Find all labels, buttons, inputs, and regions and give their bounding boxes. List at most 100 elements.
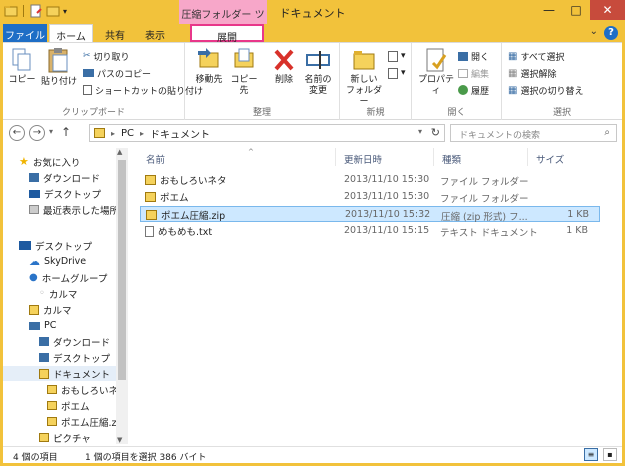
details-view-button[interactable]: ≡ [584,448,598,461]
table-row[interactable]: ポエム圧縮.zip 2013/11/10 15:32 圧縮 (zip 形式) フ… [140,206,600,223]
nav-item-pc[interactable]: PC [29,318,56,333]
rename-button[interactable]: 名前の 変更 [301,47,335,97]
close-button[interactable]: ✕ [590,0,625,20]
column-header-size[interactable]: サイズ [530,148,590,166]
nav-item-recent[interactable]: 最近表示した場所 [29,202,119,217]
select-all-button[interactable]: ▦ すべて選択 [508,49,564,63]
tab-home[interactable]: ホーム [49,24,93,43]
tab-share[interactable]: 共有 [98,24,132,42]
edit-label: 編集 [471,69,490,80]
scroll-down-icon[interactable]: ▼ [117,436,122,444]
up-button[interactable]: ↑ [61,125,71,139]
nav-item-downloads[interactable]: ダウンロード [29,170,100,185]
search-icon[interactable]: ⌕ [604,127,610,138]
nav-item-label: ピクチャ [53,433,91,445]
copy-to-button[interactable]: コピー先 [227,47,261,97]
breadcrumb-pc[interactable]: PC [121,128,134,139]
nav-item-user[interactable]: ◦ カルマ [39,286,77,301]
select-none-button[interactable]: ▦ 選択解除 [508,66,556,80]
invert-selection-button[interactable]: ▦ 選択の切り替え [508,83,583,97]
breadcrumb-documents[interactable]: ドキュメント [150,126,210,141]
large-icons-view-button[interactable]: ▪ [603,448,617,461]
recent-locations-icon[interactable]: ▾ [49,127,53,136]
nav-item-label: ドキュメント [53,369,111,381]
forward-button[interactable]: → [29,125,45,141]
nav-item-user-folder[interactable]: カルマ [29,302,72,317]
column-size-label: サイズ [536,155,565,166]
nav-item-folder-poem[interactable]: ポエム [47,398,90,413]
text-file-icon [145,225,154,237]
table-row[interactable]: おもしろいネタ 2013/11/10 15:30 ファイル フォルダー [140,172,600,188]
nav-item-pc-desktop[interactable]: デスクトップ [39,350,110,365]
table-row[interactable]: めもめも.txt 2013/11/10 15:15 テキスト ドキュメント 1 … [140,223,600,239]
file-date: 2013/11/10 15:32 [345,209,431,220]
address-dropdown-icon[interactable]: ▾ [418,127,422,136]
file-name-cell: おもしろいネタ [145,173,227,187]
nav-item-label: お気に入り [32,157,81,169]
open-button[interactable]: 開く [458,49,489,63]
folder-icon [145,175,156,185]
address-bar[interactable]: ▸ PC ▸ ドキュメント ▾ ↻ [89,124,445,142]
nav-item-zip[interactable]: ポエム圧縮.zip [47,414,125,429]
maximize-button[interactable]: □ [563,0,589,20]
ribbon-tabs: ファイル ホーム 共有 表示 展開 ⌄ ? [3,24,622,44]
cut-button[interactable]: ✂ 切り取り [83,49,130,63]
folder-icon [47,401,57,410]
window-title: ドキュメント [279,7,346,20]
tab-expand[interactable]: 展開 [190,24,264,44]
copy-path-icon [83,69,94,77]
file-date: 2013/11/10 15:15 [344,225,430,236]
folder-icon [145,192,156,202]
tab-file[interactable]: ファイル [3,24,47,42]
history-icon [458,85,468,95]
clipboard-group-label: クリップボード [61,108,125,118]
nav-scrollbar[interactable]: ▲ ▼ [116,148,128,444]
move-to-button[interactable]: 移動先 [193,47,225,86]
history-button[interactable]: 履歴 [458,83,489,97]
nav-item-desktop-root[interactable]: デスクトップ [19,238,92,253]
file-name: ポエム圧縮.zip [161,211,226,222]
copy-path-button[interactable]: パスのコピー [83,66,151,80]
select-none-label: 選択解除 [520,69,557,80]
ribbon-collapse-icon[interactable]: ⌄ [590,26,598,37]
organize-group-label: 整理 [252,108,271,118]
file-type: テキスト ドキュメント [440,228,538,239]
column-header-date[interactable]: 更新日時 [338,148,434,166]
search-placeholder: ドキュメントの検索 [459,131,541,141]
help-icon[interactable]: ? [604,26,618,40]
edit-button[interactable]: 編集 [458,66,489,80]
refresh-icon[interactable]: ↻ [431,126,440,139]
back-button[interactable]: ← [9,125,25,141]
nav-item-homegroup[interactable]: ● ホームグループ [29,270,107,285]
copy-button[interactable]: コピー [7,47,37,86]
column-header-type[interactable]: 種類 [436,148,528,166]
scroll-thumb[interactable] [118,160,126,380]
open-label: 開く [471,52,490,63]
file-type: ファイル フォルダー [440,177,529,188]
nav-item-favorites[interactable]: ★ お気に入り [19,154,80,169]
easy-access-button[interactable]: ▾ [388,66,406,80]
nav-item-pc-downloads[interactable]: ダウンロード [39,334,110,349]
scroll-up-icon[interactable]: ▲ [117,148,122,156]
minimize-button[interactable]: — [536,0,562,20]
file-name-cell: ポエム圧縮.zip [146,208,225,222]
new-item-button[interactable]: ▾ [388,49,406,63]
tab-view[interactable]: 表示 [138,24,172,42]
new-folder-button[interactable]: 新しい フォルダー [344,47,384,108]
delete-button[interactable]: 削除 [271,47,297,86]
nav-item-label: SkyDrive [44,256,87,267]
select-group: ▦ すべて選択 ▦ 選択解除 ▦ 選択の切り替え 選択 [502,43,622,121]
copy-to-label: コピー先 [230,75,258,96]
nav-item-documents[interactable]: ドキュメント [3,366,128,381]
nav-item-desktop[interactable]: デスクトップ [29,186,101,201]
select-all-icon: ▦ [508,50,518,62]
nav-item-skydrive[interactable]: ☁ SkyDrive [29,254,86,269]
column-header-name[interactable]: 名前 ^ [140,148,336,166]
paste-button[interactable]: 貼り付け [41,47,77,88]
file-name: おもしろいネタ [160,176,227,187]
nav-item-pictures[interactable]: ピクチャ [39,430,91,445]
copy-path-label: パスのコピー [97,69,152,80]
table-row[interactable]: ポエム 2013/11/10 15:30 ファイル フォルダー [140,189,600,205]
search-input[interactable]: ドキュメントの検索 ⌕ [450,124,617,142]
properties-button[interactable]: プロパティ [416,47,456,97]
